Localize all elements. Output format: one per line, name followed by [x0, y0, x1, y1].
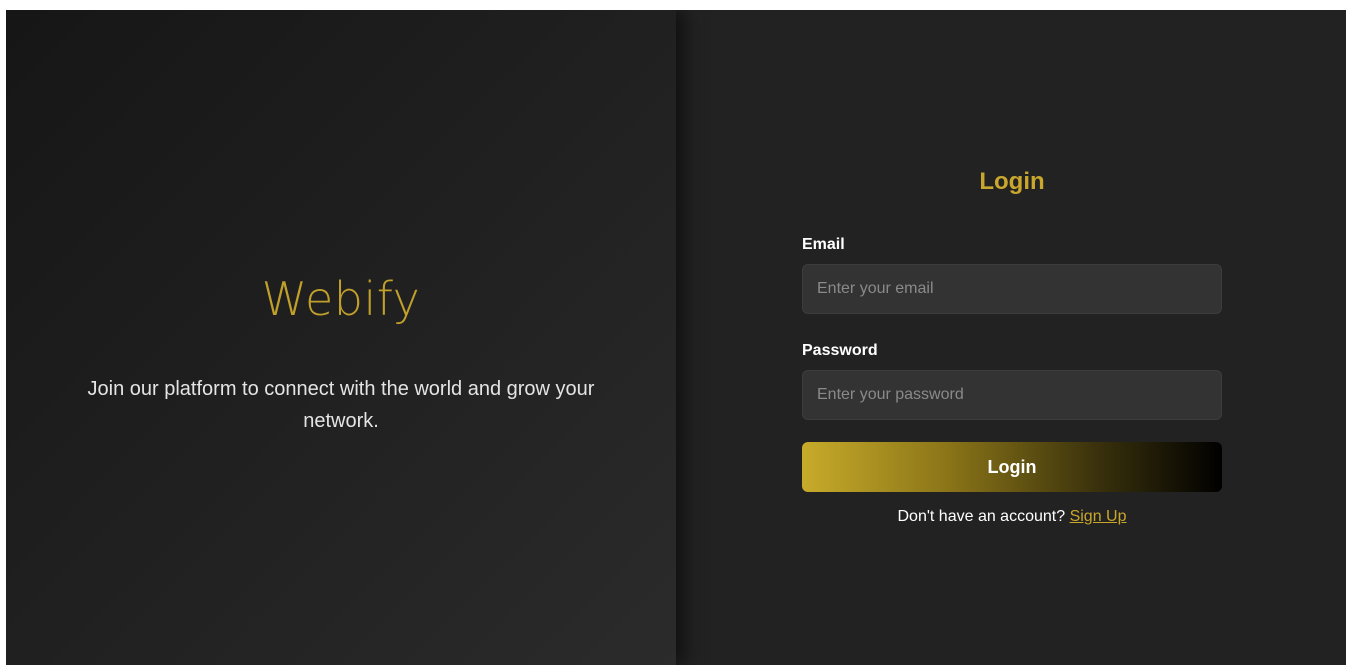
- password-input[interactable]: [802, 370, 1222, 420]
- signup-prompt-text: Don't have an account?: [897, 508, 1066, 525]
- login-panel: Login Email Password Login Don't have an…: [676, 10, 1346, 665]
- brand-tagline: Join our platform to connect with the wo…: [87, 378, 595, 432]
- login-page: Webify Join our platform to connect with…: [6, 10, 1346, 665]
- password-label: Password: [802, 342, 878, 359]
- email-input[interactable]: [802, 264, 1222, 314]
- login-title: Login: [979, 168, 1045, 195]
- login-button[interactable]: Login: [802, 442, 1222, 492]
- branding-panel: Webify Join our platform to connect with…: [6, 10, 676, 665]
- signup-prompt-line: Don't have an account? Sign Up: [802, 508, 1222, 526]
- email-label: Email: [802, 236, 845, 253]
- brand-logo-text: Webify: [261, 272, 421, 326]
- signup-link[interactable]: Sign Up: [1070, 508, 1127, 525]
